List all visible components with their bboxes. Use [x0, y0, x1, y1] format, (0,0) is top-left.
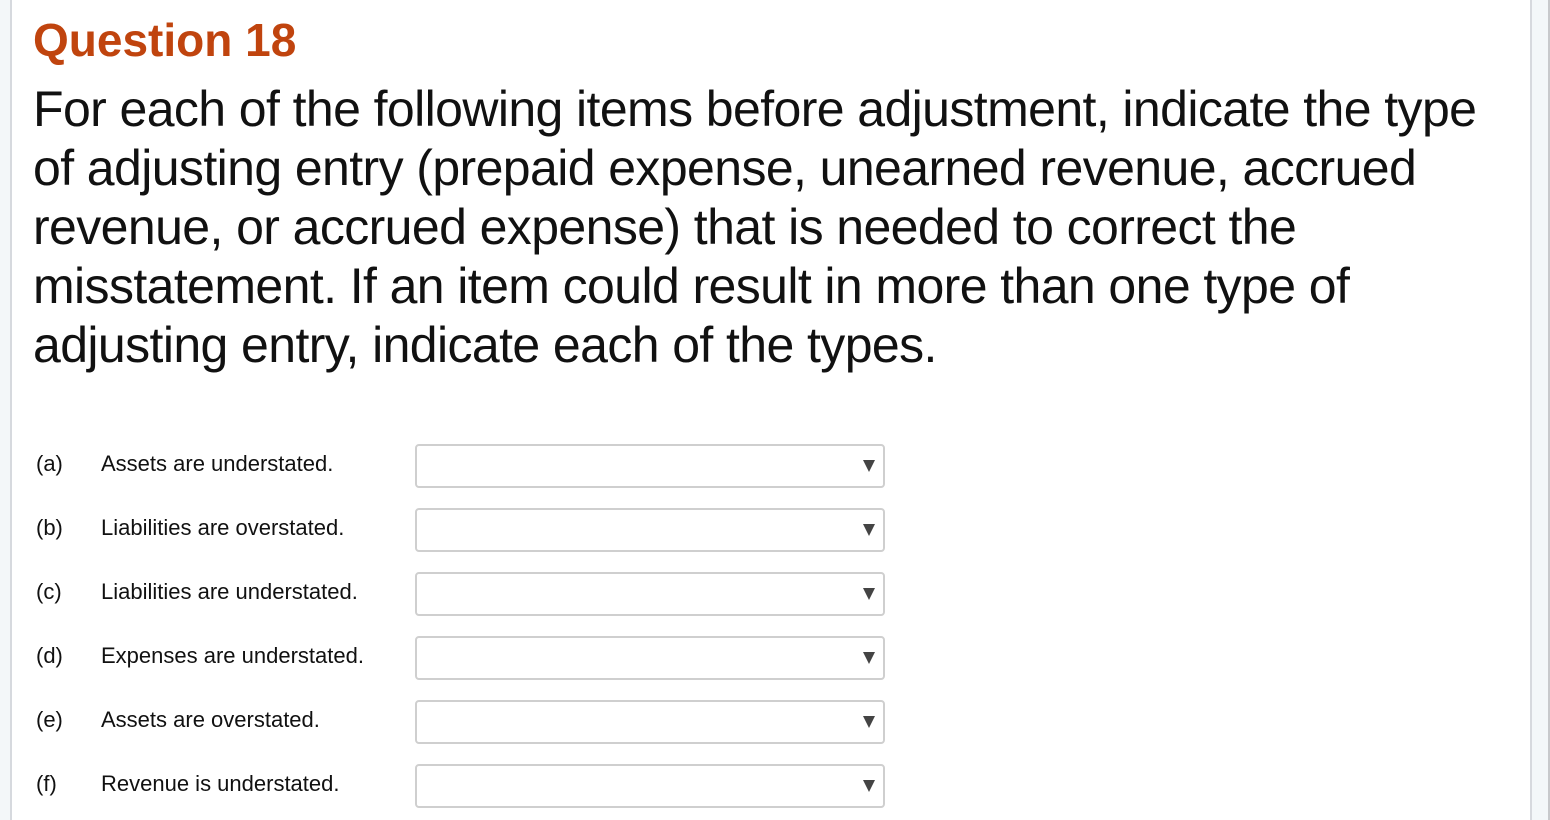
answer-dropdown-e[interactable] [415, 700, 885, 744]
chevron-down-icon[interactable] [863, 460, 875, 472]
chevron-down-icon[interactable] [863, 652, 875, 664]
item-statement: Assets are understated. [101, 451, 334, 476]
item-statement: Expenses are understated. [101, 643, 364, 668]
chevron-down-icon[interactable] [863, 524, 875, 536]
item-row-e: (e) Assets are overstated. [0, 700, 1000, 764]
item-letter: (b) [36, 515, 63, 540]
question-title: Question 18 [33, 14, 297, 66]
answer-dropdown-f[interactable] [415, 764, 885, 808]
item-row-c: (c) Liabilities are understated. [0, 572, 1000, 636]
item-letter: (c) [36, 579, 62, 604]
answer-dropdown-b[interactable] [415, 508, 885, 552]
item-row-a: (a) Assets are understated. [0, 444, 1000, 508]
item-letter: (a) [36, 451, 63, 476]
answer-dropdown-d[interactable] [415, 636, 885, 680]
item-statement: Liabilities are understated. [101, 579, 358, 604]
chevron-down-icon[interactable] [863, 588, 875, 600]
chevron-down-icon[interactable] [863, 716, 875, 728]
item-letter: (d) [36, 643, 63, 668]
item-list: (a) Assets are understated. (b) Liabilit… [0, 444, 1000, 820]
item-row-d: (d) Expenses are understated. [0, 636, 1000, 700]
item-statement: Revenue is understated. [101, 771, 340, 796]
item-row-f: (f) Revenue is understated. [0, 764, 1000, 820]
answer-dropdown-a[interactable] [415, 444, 885, 488]
scrollbar[interactable] [1530, 0, 1550, 820]
question-instructions: For each of the following items before a… [33, 81, 1477, 373]
chevron-down-icon[interactable] [863, 780, 875, 792]
item-letter: (e) [36, 707, 63, 732]
item-letter: (f) [36, 771, 57, 796]
item-statement: Assets are overstated. [101, 707, 320, 732]
item-row-b: (b) Liabilities are overstated. [0, 508, 1000, 572]
item-statement: Liabilities are overstated. [101, 515, 345, 540]
answer-dropdown-c[interactable] [415, 572, 885, 616]
